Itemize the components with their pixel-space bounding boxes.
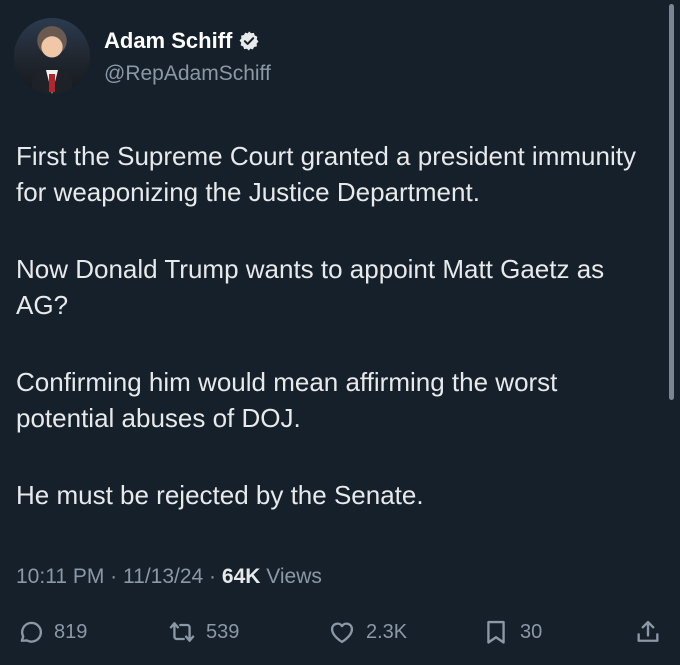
views-label: Views: [266, 565, 322, 588]
author-info: Adam Schiff @RepAdamSchiff: [104, 28, 271, 86]
handle[interactable]: @RepAdamSchiff: [104, 62, 271, 86]
retweet-count: 539: [206, 620, 240, 643]
share-button[interactable]: [634, 618, 662, 646]
tweet-paragraph: Now Donald Trump wants to appoint Matt G…: [16, 254, 605, 320]
reply-count: 819: [54, 620, 88, 643]
scrollbar[interactable]: [669, 4, 674, 400]
tweet-paragraph: He must be rejected by the Senate.: [16, 480, 424, 510]
action-bar: 819 539 2.3K 30: [16, 618, 664, 646]
views-count[interactable]: 64K: [222, 565, 261, 588]
like-count: 2.3K: [366, 620, 408, 643]
tweet-meta: 10:11 PM · 11/13/24 · 64K Views: [16, 565, 322, 589]
avatar[interactable]: [14, 18, 90, 94]
retweet-button[interactable]: 539: [168, 618, 239, 646]
tweet-paragraph: First the Supreme Court granted a presid…: [16, 141, 636, 207]
name-row: Adam Schiff: [104, 28, 271, 54]
separator: ·: [110, 565, 118, 588]
tweet-text: First the Supreme Court granted a presid…: [16, 138, 656, 554]
retweet-icon: [169, 622, 195, 642]
timestamp-date[interactable]: 11/13/24: [123, 565, 203, 588]
verified-badge-icon: [239, 31, 259, 51]
display-name[interactable]: Adam Schiff: [104, 28, 232, 54]
timestamp-time[interactable]: 10:11 PM: [16, 565, 104, 588]
share-icon: [637, 620, 659, 642]
bookmark-count: 30: [520, 620, 543, 643]
tweet-paragraph: Confirming him would mean affirming the …: [16, 367, 558, 433]
like-button[interactable]: 2.3K: [328, 618, 407, 646]
separator: ·: [209, 565, 217, 588]
bookmark-button[interactable]: 30: [482, 618, 542, 646]
heart-icon: [330, 622, 354, 644]
reply-icon: [20, 621, 42, 643]
tweet-header: Adam Schiff @RepAdamSchiff: [14, 18, 271, 94]
reply-button[interactable]: 819: [16, 618, 87, 646]
bookmark-icon: [487, 620, 505, 644]
